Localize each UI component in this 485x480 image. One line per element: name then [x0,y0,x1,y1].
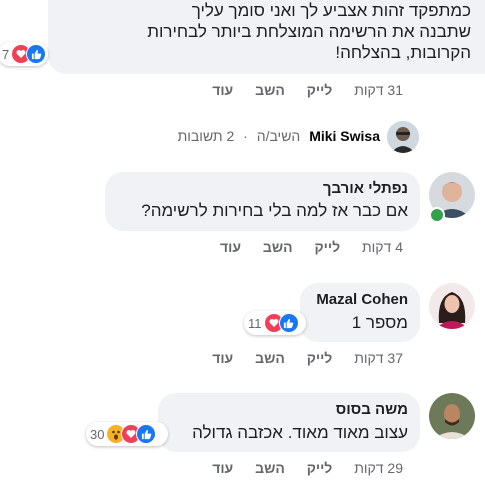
like-link[interactable]: לייק [314,239,340,255]
like-link[interactable]: לייק [307,350,333,366]
reply-action: השיב/ה [256,128,301,144]
comment-text: אם כבר אז למה בלי בחירות לרשימה? [141,201,408,220]
reply-link[interactable]: השב [255,82,285,98]
comment-text-line: הקרובות, בהצלחה! [335,43,471,62]
reply-author: Miki Swisa [309,128,380,144]
reactions-summary[interactable]: 7 [0,42,48,66]
more-link[interactable]: עוד [212,460,233,476]
comment-actions: 29 דקות לייק השב עוד [212,460,403,476]
comment-actions: 31 דקות לייק השב עוד [212,82,403,98]
reactions-summary[interactable]: 30 [86,422,168,446]
like-icon [278,313,299,333]
replies-count: 2 תשובות [177,128,235,144]
comment-time[interactable]: 29 דקות [354,460,403,476]
reactions-count: 30 [90,426,105,442]
comment-time[interactable]: 4 דקות [362,239,403,255]
comment-text-line: שתבנה את הרשימה המוצלחת ביותר לבחירות [147,22,471,41]
reply-link[interactable]: השב [263,239,293,255]
like-icon [26,44,46,64]
avatar-image [387,121,419,153]
reply-link[interactable]: השב [255,460,285,476]
comment-bubble: כמתפקד זהות אצביע לך ואני סומך עליך שתבנ… [48,0,485,74]
reactions-summary[interactable]: 11 [244,311,306,335]
reactions-count: 11 [248,315,262,331]
comment-author[interactable]: נפתלי אורבך [117,180,408,197]
reactions-count: 7 [2,46,10,62]
more-link[interactable]: עוד [212,82,233,98]
avatar[interactable] [429,283,475,329]
comment-time[interactable]: 37 דקות [354,350,403,366]
reply-bubble: משה בסוס עצוב מאוד מאוד. אכזבה גדולה [158,393,420,452]
separator: · [243,128,248,144]
comment-text: עצוב מאוד מאוד. אכזבה גדולה [192,423,408,442]
avatar-image [429,283,475,329]
reply-bubble: נפתלי אורבך אם כבר אז למה בלי בחירות לרש… [105,172,420,231]
comment-time[interactable]: 31 דקות [354,82,403,98]
comment-author[interactable]: משה בסוס [170,401,408,418]
comment-author[interactable]: Mazal Cohen [312,291,408,308]
comment-actions: 37 דקות לייק השב עוד [212,350,403,366]
reply-bubble: Mazal Cohen מספר 1 [300,283,420,342]
avatar[interactable] [387,121,419,153]
comment-text: מספר 1 [351,313,408,332]
reply-link[interactable]: השב [255,350,285,366]
avatar[interactable] [429,393,475,439]
avatar-image [429,393,475,439]
comment-actions: 4 דקות לייק השב עוד [220,239,403,255]
like-link[interactable]: לייק [307,82,333,98]
more-link[interactable]: עוד [212,350,233,366]
online-status-dot [429,207,445,223]
like-icon [136,424,157,444]
more-link[interactable]: עוד [220,239,241,255]
view-replies-link[interactable]: Miki Swisa השיב/ה · 2 תשובות [178,128,380,144]
like-link[interactable]: לייק [307,460,333,476]
comment-text-line: כמתפקד זהות אצביע לך ואני סומך עליך [191,1,471,20]
